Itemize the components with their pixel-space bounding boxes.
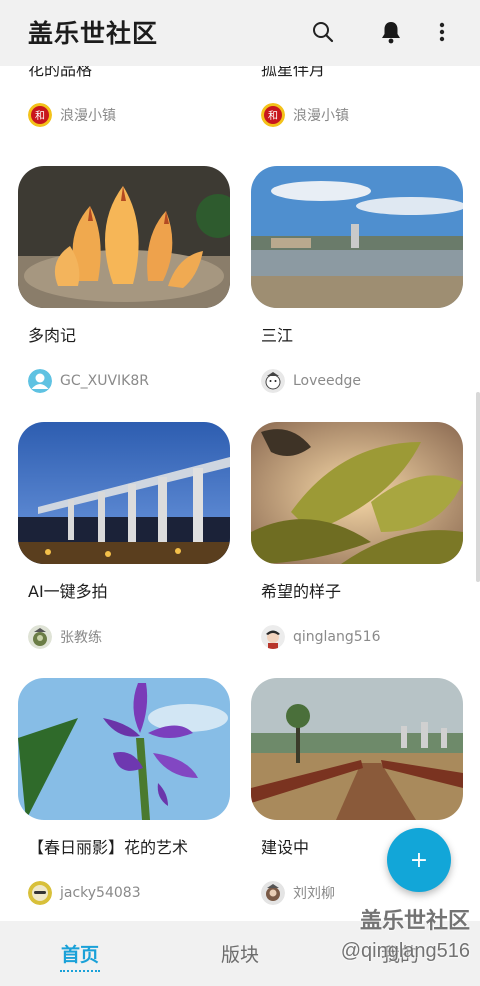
- post-author[interactable]: GC_XUVIK8R: [28, 368, 149, 394]
- author-name: Loveedge: [293, 373, 362, 389]
- tab-label: 版块: [220, 944, 259, 966]
- search-icon[interactable]: [309, 18, 337, 46]
- author-name: 浪漫小镇: [293, 108, 349, 124]
- app-title: 盖乐世社区: [28, 19, 159, 48]
- svg-text:和: 和: [35, 110, 45, 122]
- post-author[interactable]: 刘刘柳: [261, 880, 335, 906]
- author-name: 浪漫小镇: [60, 108, 116, 124]
- tab-label: 我的: [380, 944, 419, 966]
- post-thumbnail[interactable]: [251, 166, 463, 308]
- tab-sections[interactable]: 版块: [160, 921, 320, 986]
- author-name: qinglang516: [293, 629, 381, 645]
- post-feed[interactable]: 花的品格 和 浪漫小镇 孤星伴月 和 浪漫小镇 多肉记 GC_XUVIK8R 三…: [0, 66, 480, 921]
- author-avatar: [261, 625, 285, 649]
- plus-icon: +: [409, 847, 429, 873]
- svg-text:和: 和: [268, 110, 278, 122]
- tab-label: 首页: [60, 944, 99, 966]
- post-thumbnail[interactable]: [18, 422, 230, 564]
- more-options-icon[interactable]: [428, 18, 456, 46]
- post-author[interactable]: Loveedge: [261, 368, 361, 394]
- author-avatar: 和: [28, 103, 52, 127]
- post-thumbnail[interactable]: [251, 422, 463, 564]
- post-title: 孤星伴月: [261, 66, 326, 79]
- top-app-bar: 盖乐世社区: [0, 0, 480, 66]
- post-title: 【春日丽影】花的艺术: [28, 838, 189, 857]
- post-author[interactable]: 张教练: [28, 624, 102, 650]
- author-avatar: [261, 369, 285, 393]
- author-avatar: 和: [261, 103, 285, 127]
- bottom-tab-bar: 首页 版块 我的: [0, 921, 480, 986]
- post-author[interactable]: 和 浪漫小镇: [261, 102, 349, 128]
- author-avatar: [261, 881, 285, 905]
- author-name: 张教练: [60, 630, 102, 646]
- notification-bell-icon[interactable]: [377, 18, 405, 46]
- post-title: 多肉记: [28, 326, 77, 345]
- post-title: AI一键多拍: [28, 582, 108, 601]
- post-thumbnail[interactable]: [18, 166, 230, 308]
- tab-home[interactable]: 首页: [0, 921, 160, 986]
- post-title: 希望的样子: [261, 582, 342, 601]
- post-title: 三江: [261, 326, 294, 345]
- tab-mine[interactable]: 我的: [320, 921, 480, 986]
- post-author[interactable]: qinglang516: [261, 624, 381, 650]
- post-author[interactable]: 和 浪漫小镇: [28, 102, 116, 128]
- post-thumbnail[interactable]: [251, 678, 463, 820]
- author-name: 刘刘柳: [293, 886, 335, 902]
- post-title: 建设中: [261, 838, 310, 857]
- post-title: 花的品格: [28, 66, 93, 79]
- author-avatar: [28, 881, 52, 905]
- post-thumbnail[interactable]: [18, 678, 230, 820]
- post-author[interactable]: jacky54083: [28, 880, 141, 906]
- create-post-button[interactable]: +: [387, 828, 451, 892]
- author-avatar: [28, 625, 52, 649]
- author-name: jacky54083: [60, 885, 141, 901]
- author-name: GC_XUVIK8R: [60, 373, 149, 389]
- author-avatar: [28, 369, 52, 393]
- scrollbar[interactable]: [476, 392, 480, 582]
